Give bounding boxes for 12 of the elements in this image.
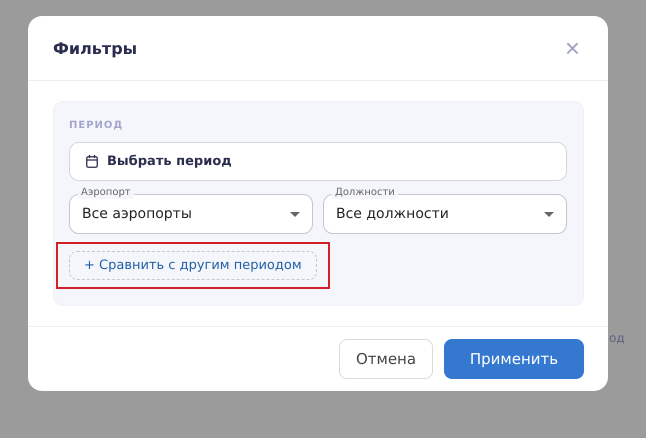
calendar-icon: [86, 155, 98, 168]
apply-button[interactable]: Применить: [444, 339, 584, 379]
dropdown-caret-icon: [544, 212, 554, 216]
section-label: ПЕРИОД: [69, 120, 124, 131]
field-label: Аэропорт: [78, 187, 134, 199]
field-label: Должности: [332, 187, 398, 199]
dialog-title: Фильтры: [53, 38, 138, 58]
select-period-button[interactable]: Выбрать период: [69, 142, 567, 181]
dropdown-caret-icon: [290, 212, 300, 216]
background-text: од: [609, 331, 625, 345]
compare-period-button[interactable]: + Сравнить с другим периодом: [69, 251, 317, 280]
cancel-button[interactable]: Отмена: [339, 339, 433, 379]
